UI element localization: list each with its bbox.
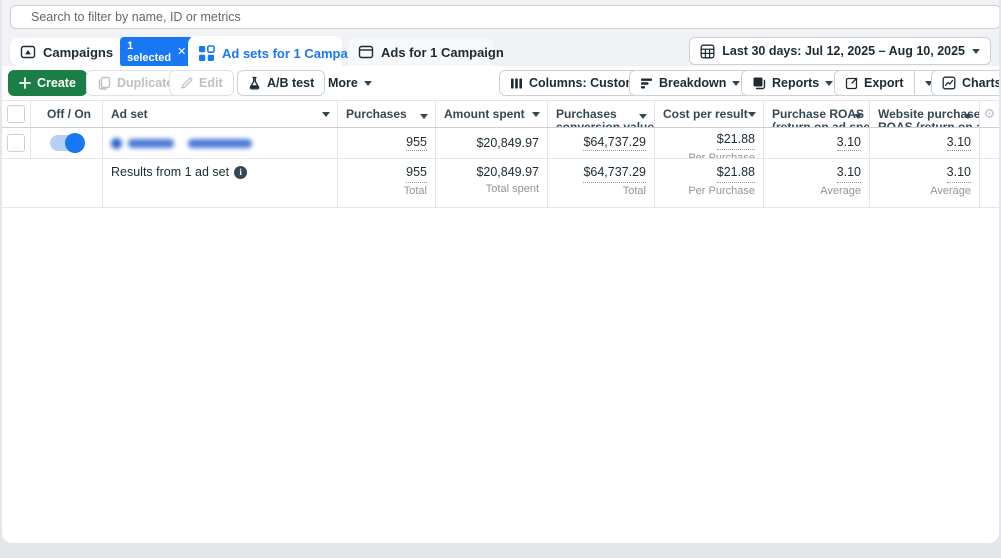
row-purchases-cell: 955 xyxy=(338,128,436,158)
chevron-down-icon xyxy=(732,81,740,86)
tab-ads[interactable]: Ads for 1 Campaign xyxy=(348,38,494,66)
export-icon xyxy=(845,77,858,90)
duplicate-label: Duplicate xyxy=(117,76,173,90)
header-amount-spent[interactable]: Amount spent xyxy=(436,101,548,127)
summary-label: Results from 1 ad set xyxy=(111,165,229,179)
charts-label: Charts xyxy=(962,76,999,90)
summary-empty-cell xyxy=(31,159,103,207)
ad-set-on-toggle[interactable] xyxy=(50,135,84,151)
status-dot xyxy=(111,138,122,149)
summary-website-roas-cell: 3.10 Average xyxy=(870,159,980,207)
summary-row: Results from 1 ad set i 955 Total $20,84… xyxy=(2,159,999,208)
chevron-down-icon xyxy=(825,81,833,86)
tab-campaigns-label: Campaigns xyxy=(43,45,113,60)
reports-button[interactable]: Reports xyxy=(741,70,844,96)
tab-ad-sets-label: Ad sets for 1 Campaign xyxy=(222,46,367,61)
columns-icon xyxy=(510,77,523,90)
date-range-button[interactable]: Last 30 days: Jul 12, 2025 – Aug 10, 202… xyxy=(689,37,991,65)
blurred-ad-set-name xyxy=(103,138,252,149)
chevron-down-icon xyxy=(364,81,372,86)
tab-ads-label: Ads for 1 Campaign xyxy=(381,45,504,60)
row-cost-per-result-cell: $21.88 Per Purchase xyxy=(655,128,764,158)
tab-ad-sets[interactable]: Ad sets for 1 Campaign xyxy=(188,36,342,70)
sort-caret-icon[interactable] xyxy=(964,114,972,119)
summary-label-cell: Results from 1 ad set i xyxy=(103,159,338,207)
export-button[interactable]: Export xyxy=(835,71,914,95)
chevron-down-icon xyxy=(972,49,980,54)
summary-cost-per-result-cell: $21.88 Per Purchase xyxy=(655,159,764,207)
toolbar: Create Duplicate Edit xyxy=(2,66,999,100)
row-toggle-cell xyxy=(31,128,103,158)
pencil-icon xyxy=(180,77,193,90)
sort-caret-icon[interactable] xyxy=(748,112,756,117)
header-cost-per-result[interactable]: Cost per result xyxy=(655,101,764,127)
breakdown-label: Breakdown xyxy=(659,76,726,90)
ad-sets-table: Off / On Ad set Purchases Amount spent P… xyxy=(2,100,999,208)
edit-button[interactable]: Edit xyxy=(169,70,234,96)
ab-test-button[interactable]: A/B test xyxy=(237,70,325,96)
row-checkbox[interactable] xyxy=(7,134,25,152)
export-label: Export xyxy=(864,76,904,90)
create-label: Create xyxy=(37,76,76,90)
plus-icon xyxy=(19,77,31,89)
table-header-row: Off / On Ad set Purchases Amount spent P… xyxy=(2,101,999,128)
date-range-label: Last 30 days: Jul 12, 2025 – Aug 10, 202… xyxy=(722,44,965,58)
row-purchases-value-cell: $64,737.29 xyxy=(548,128,655,158)
sort-caret-icon[interactable] xyxy=(639,114,647,119)
edit-label: Edit xyxy=(199,76,223,90)
ads-manager-panel: Campaigns 1 selected ✕ Ad sets for 1 Cam… xyxy=(2,0,999,543)
header-purchase-roas[interactable]: Purchase ROAS (return on ad spend) xyxy=(764,101,870,127)
summary-purchases-cell: 955 Total xyxy=(338,159,436,207)
header-off-on: Off / On xyxy=(31,101,103,127)
campaigns-folder-icon xyxy=(20,44,36,60)
more-label: More xyxy=(328,76,358,90)
export-split-button: Export xyxy=(834,70,944,96)
breakdown-button[interactable]: Breakdown xyxy=(629,70,751,96)
sort-caret-icon[interactable] xyxy=(532,112,540,117)
gear-icon[interactable]: ⚙ xyxy=(984,106,996,122)
header-settings-cell: ⚙ xyxy=(980,101,999,127)
breakdown-icon xyxy=(640,77,653,90)
columns-label: Columns: Custom xyxy=(529,76,637,90)
search-input[interactable] xyxy=(10,5,999,29)
clear-selection-icon[interactable]: ✕ xyxy=(177,47,186,58)
row-website-roas-cell: 3.10 xyxy=(870,128,980,158)
campaigns-selected-count: 1 selected xyxy=(127,40,171,64)
header-website-purchase-roas[interactable]: Website purchase ROAS (return on ad spen… xyxy=(870,101,980,127)
info-icon[interactable]: i xyxy=(234,166,247,179)
header-purchases[interactable]: Purchases xyxy=(338,101,436,127)
flask-icon xyxy=(248,76,261,90)
select-all-cell xyxy=(2,101,31,127)
row-purchase-roas-cell: 3.10 xyxy=(764,128,870,158)
ads-frame-icon xyxy=(358,44,374,60)
summary-empty-cell xyxy=(2,159,31,207)
sort-caret-icon[interactable] xyxy=(420,114,428,119)
sort-caret-icon[interactable] xyxy=(854,114,862,119)
create-button[interactable]: Create xyxy=(8,70,87,96)
row-settings-cell xyxy=(980,128,999,158)
table-row: 955 $20,849.97 $64,737.29 $21.88 Per Pur… xyxy=(2,128,999,159)
reports-icon xyxy=(752,76,766,90)
summary-settings-cell xyxy=(980,159,999,207)
row-select-cell xyxy=(2,128,31,158)
summary-purchases-value-cell: $64,737.29 Total xyxy=(548,159,655,207)
header-purchases-conversion-value[interactable]: Purchases conversion value xyxy=(548,101,655,127)
charts-button[interactable]: Charts xyxy=(931,70,999,96)
summary-amount-spent-cell: $20,849.97 Total spent xyxy=(436,159,548,207)
duplicate-icon xyxy=(97,76,111,90)
charts-icon xyxy=(942,76,956,90)
calendar-icon xyxy=(700,44,715,59)
sort-caret-icon[interactable] xyxy=(322,112,330,117)
reports-label: Reports xyxy=(772,76,819,90)
select-all-checkbox[interactable] xyxy=(7,105,25,123)
row-ad-set-name-cell[interactable] xyxy=(103,128,338,158)
header-ad-set[interactable]: Ad set xyxy=(103,101,338,127)
ad-sets-grid-icon xyxy=(198,45,215,62)
summary-purchase-roas-cell: 3.10 Average xyxy=(764,159,870,207)
campaigns-selected-badge[interactable]: 1 selected ✕ xyxy=(120,37,193,67)
tab-campaigns[interactable]: Campaigns 1 selected ✕ xyxy=(10,38,182,66)
ab-test-label: A/B test xyxy=(267,76,314,90)
row-amount-spent-cell: $20,849.97 xyxy=(436,128,548,158)
more-button[interactable]: More xyxy=(317,70,383,96)
